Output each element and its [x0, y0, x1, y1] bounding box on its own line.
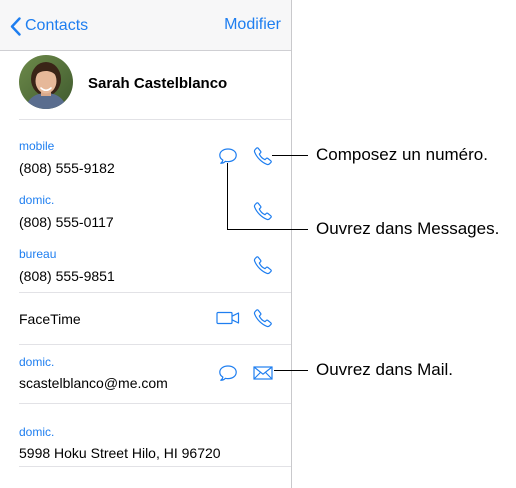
mail-button[interactable]	[251, 361, 275, 385]
phone-row-work[interactable]: bureau (808) 555-9851	[0, 238, 291, 292]
facetime-audio-button[interactable]	[251, 306, 275, 330]
email-row[interactable]: domic. scastelblanco@me.com	[0, 345, 291, 403]
callout-leader-line	[272, 155, 308, 156]
chevron-left-icon	[10, 16, 21, 36]
call-button[interactable]	[251, 199, 275, 223]
phone-icon	[253, 147, 272, 166]
call-button[interactable]	[251, 144, 275, 168]
back-button-label: Contacts	[25, 17, 89, 34]
navigation-bar: Contacts Modifier	[0, 0, 291, 51]
email-message-button[interactable]	[216, 361, 240, 385]
contact-card-screen: Contacts Modifier Sarah Castelblanco mob…	[0, 0, 292, 488]
facetime-video-button[interactable]	[215, 306, 241, 330]
phone-number: (808) 555-9182	[19, 160, 115, 176]
phone-row-mobile[interactable]: mobile (808) 555-9182	[0, 130, 291, 184]
address-row[interactable]: domic. 5998 Hoku Street Hilo, HI 96720	[0, 404, 291, 466]
message-button[interactable]	[216, 144, 240, 168]
facetime-row[interactable]: FaceTime	[0, 293, 291, 344]
phone-icon	[253, 256, 272, 275]
contact-header: Sarah Castelblanco	[0, 51, 291, 117]
callout-call-text: Composez un numéro.	[316, 145, 488, 164]
message-bubble-icon	[219, 148, 237, 164]
divider	[19, 466, 291, 467]
phone-label: bureau	[19, 247, 57, 261]
address-value: 5998 Hoku Street Hilo, HI 96720	[19, 445, 221, 461]
phone-number: (808) 555-0117	[19, 214, 114, 230]
video-camera-icon	[216, 311, 240, 325]
phone-number: (808) 555-9851	[19, 268, 115, 284]
facetime-label: FaceTime	[19, 311, 81, 327]
phone-icon	[253, 309, 272, 328]
callout-leader-line	[227, 229, 308, 230]
avatar	[19, 55, 73, 109]
callout-mail-text: Ouvrez dans Mail.	[316, 360, 453, 379]
call-button[interactable]	[251, 253, 275, 277]
email-address: scastelblanco@me.com	[19, 375, 168, 391]
callout-leader-line	[274, 370, 308, 371]
divider	[19, 119, 291, 120]
phone-label: mobile	[19, 139, 55, 153]
edit-button[interactable]: Modifier	[224, 16, 281, 34]
phone-icon	[253, 202, 272, 221]
contact-name: Sarah Castelblanco	[88, 75, 228, 92]
address-label: domic.	[19, 425, 55, 439]
callout-messages-text: Ouvrez dans Messages.	[316, 219, 500, 238]
email-label: domic.	[19, 355, 55, 369]
callout-leader-line	[227, 163, 228, 230]
back-button[interactable]: Contacts	[10, 13, 88, 39]
envelope-icon	[253, 366, 273, 380]
phone-label: domic.	[19, 193, 55, 207]
message-bubble-icon	[219, 365, 237, 381]
